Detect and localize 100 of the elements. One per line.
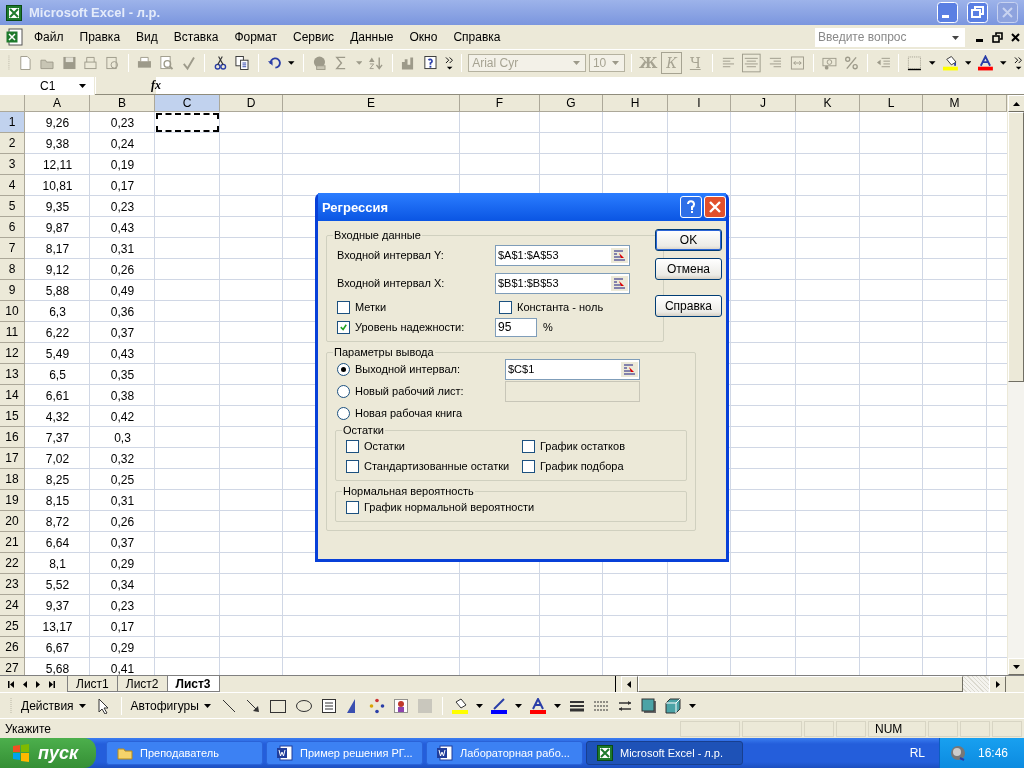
- excel-document-icon[interactable]: [6, 28, 24, 46]
- menu-item[interactable]: Файл: [26, 28, 72, 46]
- diagram-icon[interactable]: [368, 697, 385, 714]
- table-cell[interactable]: 7,02: [25, 448, 90, 469]
- previous-sheet-icon[interactable]: [23, 680, 27, 688]
- spellcheck-icon[interactable]: [180, 55, 196, 71]
- row-header[interactable]: 15: [0, 406, 25, 427]
- caret-icon[interactable]: [553, 703, 561, 708]
- row-header[interactable]: 23: [0, 574, 25, 595]
- checkbox-label[interactable]: Стандартизованные остатки: [364, 460, 510, 472]
- row-header[interactable]: 25: [0, 616, 25, 637]
- text-box-icon[interactable]: [320, 697, 337, 714]
- checkbox-label[interactable]: График нормальной вероятности: [364, 501, 535, 513]
- column-header[interactable]: F: [460, 95, 540, 112]
- column-header[interactable]: H: [603, 95, 668, 112]
- confidence-field[interactable]: 95: [495, 317, 537, 337]
- row-header[interactable]: 9: [0, 280, 25, 301]
- table-cell[interactable]: 8,1: [25, 553, 90, 574]
- radio-label[interactable]: Новая рабочая книга: [355, 407, 463, 419]
- menu-item[interactable]: Окно: [401, 28, 446, 46]
- document-icon[interactable]: [17, 55, 33, 71]
- caret-icon[interactable]: [929, 61, 936, 65]
- table-cell[interactable]: 8,25: [25, 469, 90, 490]
- checkbox[interactable]: [337, 320, 350, 334]
- caret-icon[interactable]: [288, 61, 295, 65]
- menu-item[interactable]: Правка: [71, 28, 129, 46]
- table-cell[interactable]: 8,17: [25, 238, 90, 259]
- close-icon[interactable]: [1011, 32, 1020, 42]
- table-cell[interactable]: 0,43: [90, 217, 155, 238]
- table-cell[interactable]: 9,87: [25, 217, 90, 238]
- merge-cells-icon[interactable]: [789, 55, 805, 71]
- oval-icon[interactable]: [294, 697, 313, 714]
- radio-button[interactable]: [337, 384, 350, 398]
- checkbox[interactable]: [346, 500, 359, 514]
- column-header[interactable]: J: [731, 95, 796, 112]
- fill-color-icon[interactable]: [942, 55, 958, 71]
- table-cell[interactable]: 0,19: [90, 154, 155, 175]
- autoshapes-menu-button[interactable]: Автофигуры: [128, 696, 215, 715]
- dialog-button[interactable]: Справка: [655, 295, 722, 317]
- row-header[interactable]: 14: [0, 385, 25, 406]
- column-header[interactable]: K: [796, 95, 860, 112]
- checkbox-label[interactable]: Константа - ноль: [517, 301, 604, 313]
- row-header[interactable]: 7: [0, 238, 25, 259]
- rectangle-icon[interactable]: [268, 697, 287, 714]
- range-field[interactable]: $C$1: [505, 358, 640, 380]
- row-header[interactable]: 6: [0, 217, 25, 238]
- column-header[interactable]: A: [25, 95, 90, 112]
- table-cell[interactable]: 9,38: [25, 133, 90, 154]
- table-cell[interactable]: 10,81: [25, 175, 90, 196]
- radio-button[interactable]: [337, 362, 350, 376]
- range-field[interactable]: $B$1:$B$53: [495, 272, 630, 294]
- row-header[interactable]: 26: [0, 637, 25, 658]
- row-header[interactable]: 2: [0, 133, 25, 154]
- language-indicator[interactable]: RL: [909, 746, 925, 760]
- table-cell[interactable]: 6,22: [25, 322, 90, 343]
- caret-icon[interactable]: [952, 35, 959, 40]
- table-cell[interactable]: 0,29: [90, 553, 155, 574]
- table-cell[interactable]: 0,38: [90, 385, 155, 406]
- caret-icon[interactable]: [688, 703, 696, 708]
- radio-label[interactable]: Выходной интервал:: [355, 363, 460, 375]
- table-cell[interactable]: 0,26: [90, 511, 155, 532]
- table-cell[interactable]: 0,42: [90, 406, 155, 427]
- row-header[interactable]: 16: [0, 427, 25, 448]
- menu-item[interactable]: Сервис: [285, 28, 343, 46]
- sheet-tab[interactable]: Лист3: [166, 676, 220, 692]
- table-cell[interactable]: 6,5: [25, 364, 90, 385]
- table-cell[interactable]: 6,3: [25, 301, 90, 322]
- row-header[interactable]: 5: [0, 196, 25, 217]
- table-cell[interactable]: 8,72: [25, 511, 90, 532]
- table-cell[interactable]: 6,67: [25, 637, 90, 658]
- row-header[interactable]: 10: [0, 301, 25, 322]
- dialog-button[interactable]: OK: [655, 229, 722, 251]
- copy-icon[interactable]: [234, 55, 250, 71]
- checkbox[interactable]: [522, 459, 535, 473]
- arrow-icon[interactable]: [244, 697, 261, 714]
- table-cell[interactable]: 9,12: [25, 259, 90, 280]
- 3d-box-icon[interactable]: [664, 697, 681, 714]
- table-cell[interactable]: 0,31: [90, 238, 155, 259]
- selected-cell[interactable]: [155, 112, 220, 133]
- caret-icon[interactable]: [514, 703, 522, 708]
- checkbox[interactable]: [499, 300, 512, 314]
- column-header[interactable]: M: [923, 95, 987, 112]
- row-header[interactable]: 18: [0, 469, 25, 490]
- table-cell[interactable]: 0,35: [90, 364, 155, 385]
- table-cell[interactable]: 0,17: [90, 616, 155, 637]
- table-cell[interactable]: 9,26: [25, 112, 90, 133]
- scrollbar-thumb[interactable]: [637, 676, 963, 692]
- font-color-icon[interactable]: [978, 55, 994, 71]
- checkbox[interactable]: [346, 439, 359, 453]
- column-header[interactable]: G: [540, 95, 603, 112]
- table-cell[interactable]: 0,49: [90, 280, 155, 301]
- table-cell[interactable]: 9,37: [25, 595, 90, 616]
- column-header[interactable]: L: [860, 95, 923, 112]
- question-field[interactable]: Введите вопрос: [815, 27, 965, 47]
- row-header[interactable]: 1: [0, 112, 25, 133]
- name-box[interactable]: C1: [0, 76, 95, 95]
- table-cell[interactable]: 12,11: [25, 154, 90, 175]
- table-cell[interactable]: 7,37: [25, 427, 90, 448]
- scissors-icon[interactable]: [212, 55, 228, 71]
- checkbox-label[interactable]: Уровень надежности:: [355, 321, 465, 333]
